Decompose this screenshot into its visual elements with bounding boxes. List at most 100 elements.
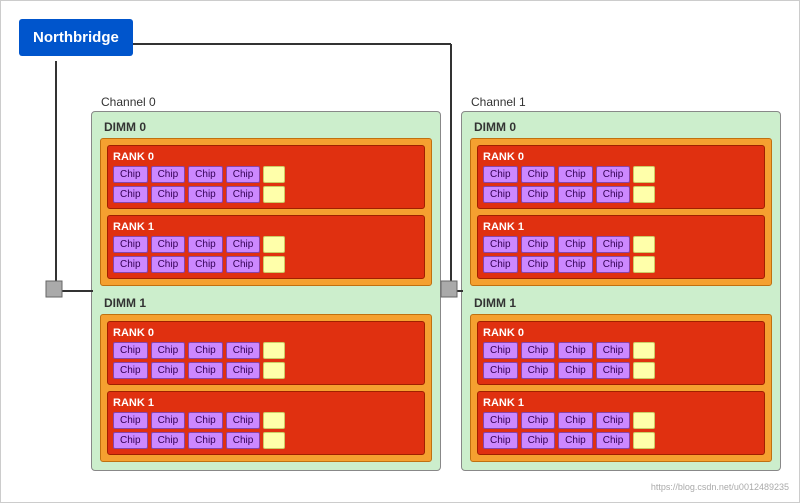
channel-0-dimm-1-rank-0: RANK 0 Chip Chip Chip Chip Chip Chip Chi… (107, 321, 425, 385)
chip-spacer (263, 432, 285, 449)
chip-row: Chip Chip Chip Chip (483, 256, 759, 273)
chip-row: Chip Chip Chip Chip (483, 432, 759, 449)
chip-spacer (263, 236, 285, 253)
chip: Chip (558, 186, 593, 203)
chip: Chip (113, 166, 148, 183)
chip: Chip (226, 342, 261, 359)
chip: Chip (226, 236, 261, 253)
chip: Chip (188, 256, 223, 273)
chip-spacer (263, 166, 285, 183)
channel-1-dimm-1-rank-1: RANK 1 Chip Chip Chip Chip Chip Chip Chi… (477, 391, 765, 455)
chip-spacer (263, 362, 285, 379)
chip: Chip (188, 186, 223, 203)
northbridge-box: Northbridge (19, 19, 133, 56)
chip-spacer (633, 342, 655, 359)
chip: Chip (483, 362, 518, 379)
channel-0-dimm-0-rank-1: RANK 1 Chip Chip Chip Chip Chip Chip Chi… (107, 215, 425, 279)
chip-row: Chip Chip Chip Chip (483, 362, 759, 379)
channel-0-dimm-1-rank-1-label: RANK 1 (113, 397, 419, 409)
chip: Chip (521, 236, 556, 253)
channel-0: DIMM 0 RANK 0 Chip Chip Chip Chip Chip C… (91, 111, 441, 471)
chip: Chip (113, 342, 148, 359)
chip: Chip (483, 412, 518, 429)
chip: Chip (188, 362, 223, 379)
chip: Chip (596, 236, 631, 253)
chip: Chip (188, 432, 223, 449)
chip-spacer (633, 166, 655, 183)
chip: Chip (188, 412, 223, 429)
chip-row: Chip Chip Chip Chip (483, 166, 759, 183)
chip: Chip (596, 166, 631, 183)
chip-row: Chip Chip Chip Chip (113, 256, 419, 273)
chip: Chip (151, 362, 186, 379)
chip: Chip (596, 186, 631, 203)
chip-spacer (263, 186, 285, 203)
chip: Chip (226, 186, 261, 203)
channel-0-dimm-1-rank-0-label: RANK 0 (113, 327, 419, 339)
chip: Chip (151, 186, 186, 203)
chip-row: Chip Chip Chip Chip (113, 236, 419, 253)
chip: Chip (113, 186, 148, 203)
channel-0-label: Channel 0 (101, 95, 156, 109)
channel-1-dimm-1-rank-1-label: RANK 1 (483, 397, 759, 409)
chip: Chip (226, 256, 261, 273)
chip: Chip (596, 362, 631, 379)
channel-0-dimm-1: RANK 0 Chip Chip Chip Chip Chip Chip Chi… (100, 314, 432, 462)
chip: Chip (596, 256, 631, 273)
chip: Chip (521, 256, 556, 273)
chip-row: Chip Chip Chip Chip (113, 362, 419, 379)
channel-1-dimm-0-rank-1: RANK 1 Chip Chip Chip Chip Chip Chip Chi… (477, 215, 765, 279)
northbridge-label: Northbridge (33, 29, 119, 46)
chip-spacer (633, 236, 655, 253)
chip-spacer (633, 412, 655, 429)
chip-row: Chip Chip Chip Chip (483, 236, 759, 253)
chip: Chip (521, 342, 556, 359)
chip: Chip (596, 412, 631, 429)
chip: Chip (521, 186, 556, 203)
chip-spacer (633, 186, 655, 203)
chip: Chip (558, 342, 593, 359)
channel-0-dimm-0-rank-0: RANK 0 Chip Chip Chip Chip Chip Chip Chi… (107, 145, 425, 209)
chip: Chip (596, 432, 631, 449)
chip-row: Chip Chip Chip Chip (113, 166, 419, 183)
chip-row: Chip Chip Chip Chip (483, 186, 759, 203)
chip: Chip (188, 342, 223, 359)
chip: Chip (483, 186, 518, 203)
chip: Chip (483, 166, 518, 183)
channel-0-dimm-0-label: DIMM 0 (104, 120, 432, 134)
chip-row: Chip Chip Chip Chip (113, 186, 419, 203)
chip: Chip (558, 412, 593, 429)
chip-row: Chip Chip Chip Chip (113, 412, 419, 429)
chip: Chip (151, 166, 186, 183)
chip: Chip (113, 432, 148, 449)
chip: Chip (483, 342, 518, 359)
chip: Chip (521, 412, 556, 429)
chip: Chip (558, 166, 593, 183)
chip: Chip (558, 432, 593, 449)
chip-spacer (633, 256, 655, 273)
chip: Chip (188, 166, 223, 183)
chip: Chip (151, 342, 186, 359)
chip-row: Chip Chip Chip Chip (113, 432, 419, 449)
channel-0-dimm-0-rank-0-label: RANK 0 (113, 151, 419, 163)
channel-1-dimm-1: RANK 0 Chip Chip Chip Chip Chip Chip Chi… (470, 314, 772, 462)
channel-1-dimm-1-rank-0-label: RANK 0 (483, 327, 759, 339)
channel-1-dimm-0-label: DIMM 0 (474, 120, 772, 134)
channel-1-dimm-1-label: DIMM 1 (474, 296, 772, 310)
channel-1: DIMM 0 RANK 0 Chip Chip Chip Chip Chip C… (461, 111, 781, 471)
channel-1-dimm-0-rank-1-label: RANK 1 (483, 221, 759, 233)
channel-0-dimm-0-rank-1-label: RANK 1 (113, 221, 419, 233)
chip: Chip (113, 362, 148, 379)
channel-0-dimm-1-rank-1: RANK 1 Chip Chip Chip Chip Chip Chip Chi… (107, 391, 425, 455)
chip-spacer (633, 432, 655, 449)
chip-row: Chip Chip Chip Chip (483, 412, 759, 429)
chip-spacer (263, 342, 285, 359)
channel-1-label: Channel 1 (471, 95, 526, 109)
chip: Chip (113, 412, 148, 429)
chip: Chip (151, 256, 186, 273)
channel-0-dimm-0: RANK 0 Chip Chip Chip Chip Chip Chip Chi… (100, 138, 432, 286)
chip: Chip (521, 362, 556, 379)
main-container: Northbridge Channel 0 DIMM 0 RANK 0 Chip… (0, 0, 800, 503)
chip: Chip (521, 166, 556, 183)
channel-1-dimm-0-rank-0: RANK 0 Chip Chip Chip Chip Chip Chip Chi… (477, 145, 765, 209)
